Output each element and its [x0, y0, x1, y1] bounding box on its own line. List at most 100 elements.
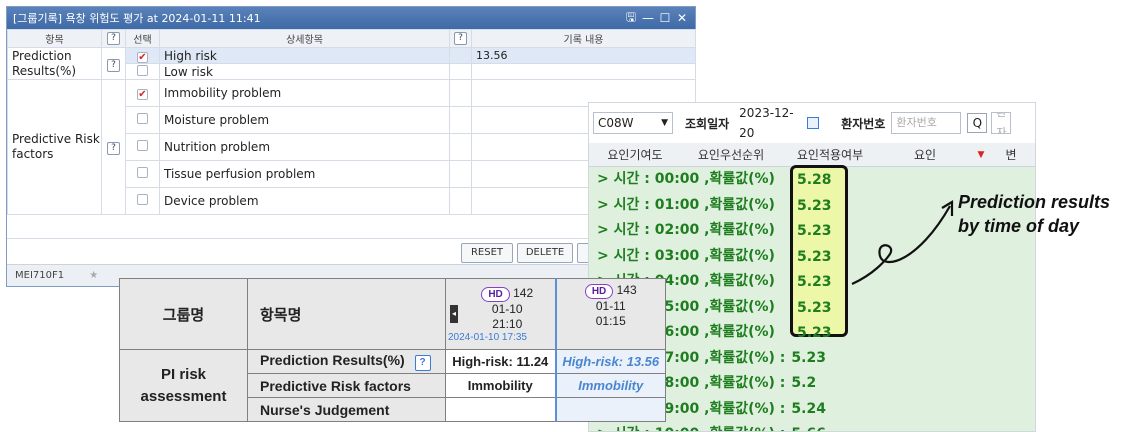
probability-value: 5.23	[797, 299, 832, 316]
annotation-line-2: by time of day	[958, 216, 1080, 236]
detail-label: Low risk	[159, 63, 450, 80]
col-record-header: 기록 내용	[471, 29, 696, 48]
col-priority: 요인우선순위	[697, 148, 765, 162]
time-label: > 시간 : 02:00 ,확률값(%)	[597, 222, 775, 238]
item-header: 항목명	[247, 278, 446, 350]
record-time: 21:10	[492, 316, 523, 331]
patient-input-2[interactable]: 환자	[991, 112, 1012, 134]
value-cell[interactable]	[445, 397, 556, 422]
checkbox[interactable]	[137, 167, 148, 178]
ward-select[interactable]: C08W ▼	[593, 112, 673, 134]
ward-value: C08W	[598, 116, 634, 130]
record-number: 142	[513, 285, 534, 300]
detail-label: Device problem	[159, 187, 450, 215]
date-label: 조회일자	[685, 116, 730, 131]
calendar-icon[interactable]	[806, 117, 820, 129]
record-number: 143	[616, 283, 637, 297]
record-date: 01-11	[595, 299, 626, 313]
filter-icon[interactable]: ▼	[971, 150, 991, 160]
table-row: PI risk assessment Prediction Results(%)…	[119, 349, 666, 422]
group-label: Predictive Risk factors	[7, 79, 102, 215]
item-name: Predictive Risk factors	[247, 373, 446, 398]
group-record-table: 그룹명 항목명 ◂ HD 142 01-10 21:10 2024-01-10 …	[119, 278, 666, 422]
reset-button[interactable]: RESET	[461, 243, 513, 263]
window-title-bar: [그룹기록] 욕창 위험도 평가 at 2024-01-11 11:41 🖫 —…	[7, 7, 695, 29]
detail-label: Immobility problem	[159, 79, 450, 107]
record-column-1[interactable]: ◂ HD 142 01-10 21:10 2024-01-10 17:35	[445, 278, 556, 350]
highlighted-values: 5.28 5.23 5.23 5.23 5.23 5.23 5.23	[797, 168, 832, 347]
col-change: 변	[1005, 148, 1017, 162]
detail-label: Moisture problem	[159, 106, 450, 134]
item-name: Prediction Results(%)	[260, 352, 405, 368]
col-applied: 요인적용여부	[796, 148, 864, 162]
checkbox[interactable]	[137, 64, 148, 76]
grid-header: 항목 ? 선택 상세항목 ? 기록 내용	[7, 29, 696, 48]
time-label: > 시간 : 01:00 ,확률값(%)	[597, 196, 775, 213]
time-label: > 시간 : 00:00 ,확률값(%)	[597, 171, 775, 187]
detail-label: Nutrition problem	[159, 133, 450, 161]
checkbox[interactable]	[137, 140, 148, 151]
record-value[interactable]: 13.56	[471, 47, 696, 64]
probability-value: 5.23	[791, 349, 826, 366]
search-toolbar: C08W ▼ 조회일자 2023-12-20 환자번호 환자번호 Q 환자	[589, 103, 1035, 143]
patient-label: 환자번호	[841, 116, 886, 131]
checkbox-checked[interactable]: ✔	[137, 89, 148, 100]
value-cell[interactable]	[554, 397, 666, 422]
detail-label: Tissue perfusion problem	[159, 160, 450, 188]
probability-value: 5.23	[797, 274, 832, 290]
annotation-arrow-icon	[851, 200, 954, 286]
help-icon[interactable]: ?	[107, 32, 120, 45]
window-title: [그룹기록] 욕창 위험도 평가 at 2024-01-11 11:41	[13, 12, 261, 25]
col-detail-header: 상세항목	[159, 29, 450, 48]
list-header: 요인기여도 요인우선순위 요인적용여부 요인 ▼ 변	[589, 143, 1035, 167]
record-time: 01:15	[595, 314, 626, 328]
chevron-down-icon: ▼	[661, 118, 668, 128]
detail-label: High risk	[159, 47, 450, 64]
close-icon[interactable]: ✕	[675, 11, 689, 25]
probability-value: 5.23	[797, 325, 832, 341]
favorite-star-icon[interactable]: ★	[89, 270, 98, 281]
col-item-header: 항목	[7, 29, 102, 48]
value-cell[interactable]: Immobility	[554, 373, 666, 398]
delete-button[interactable]: DELETE	[517, 243, 573, 263]
item-name: Nurse's Judgement	[247, 397, 446, 422]
table-row[interactable]: Prediction Results(%) ? ✔ High risk 13.5…	[7, 47, 696, 80]
probability-value: 5.28	[797, 172, 832, 188]
save-icon[interactable]: 🖫	[624, 8, 638, 29]
col-contribution: 요인기여도	[607, 148, 663, 162]
search-icon[interactable]: Q	[967, 113, 988, 133]
group-label: Prediction Results(%)	[7, 47, 102, 80]
value-cell[interactable]: High-risk: 11.24	[445, 349, 556, 374]
checkbox[interactable]	[137, 194, 148, 205]
probability-value: 5.23	[797, 197, 832, 214]
prev-arrow-icon[interactable]: ◂	[450, 305, 458, 323]
group-header: 그룹명	[119, 278, 248, 350]
record-column-2[interactable]: HD 143 01-11 01:15	[554, 278, 666, 350]
time-label: > 시간 : 10:00 ,확률값(%) :	[597, 426, 785, 431]
probability-value: 5.23	[797, 248, 832, 265]
probability-value: 5.2	[791, 375, 817, 391]
date-field[interactable]: 2023-12-20	[735, 106, 823, 140]
probability-value: 5.66	[791, 426, 826, 431]
annotation-text: Prediction results by time of day	[958, 190, 1110, 238]
hd-badge: HD	[584, 284, 614, 299]
help-icon[interactable]: ?	[414, 355, 431, 371]
patient-input[interactable]: 환자번호	[891, 112, 962, 134]
annotation-line-1: Prediction results	[958, 192, 1111, 212]
date-value: 2023-12-20	[739, 106, 794, 140]
help-icon[interactable]: ?	[107, 58, 120, 72]
help-icon[interactable]: ?	[454, 32, 467, 45]
time-label: > 시간 : 03:00 ,확률값(%)	[597, 247, 775, 264]
help-icon[interactable]: ?	[107, 142, 120, 155]
list-item[interactable]: > 시간 : 10:00 ,확률값(%) : 5.66	[589, 422, 1035, 431]
minimize-icon[interactable]: —	[641, 11, 655, 25]
col-select-header: 선택	[125, 29, 160, 48]
checkbox[interactable]	[137, 113, 148, 124]
value-cell[interactable]: High-risk: 13.56	[554, 349, 666, 374]
checkbox-checked[interactable]: ✔	[137, 51, 148, 63]
maximize-icon[interactable]: ☐	[658, 11, 672, 25]
value-cell[interactable]: Immobility	[445, 373, 556, 398]
group-name: PI risk assessment	[119, 349, 248, 422]
hd-badge: HD	[481, 286, 510, 302]
screen-code: MEI710F1	[15, 270, 65, 281]
